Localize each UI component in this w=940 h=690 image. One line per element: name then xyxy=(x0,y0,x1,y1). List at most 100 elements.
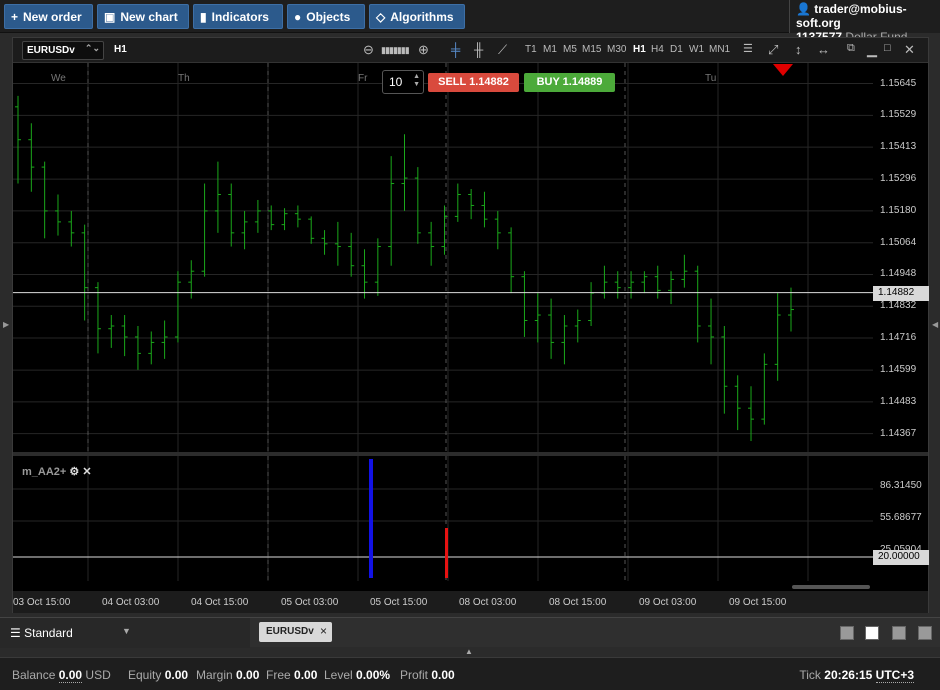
zoom-out-icon[interactable]: ⊖ xyxy=(363,42,374,58)
day-label: Th xyxy=(178,73,190,84)
ohlc-bar xyxy=(428,221,435,266)
account-info[interactable]: 👤 trader@mobius-soft.org 1137577 Dollar … xyxy=(789,0,940,44)
price-axis[interactable]: 1.15645 1.15529 1.15413 1.15296 1.15180 1.150… xyxy=(873,63,929,452)
ohlc-bar xyxy=(574,309,581,343)
ohlc-bar xyxy=(108,315,115,348)
chart-window: EURUSDv ⌃⌄ H1 ⊖ ▮▮▮▮▮▮▮ ⊕ ╪ ╫ ⟋ T1 M1 M5 … xyxy=(12,37,929,613)
indicators-button[interactable]: ▮ Indicators xyxy=(193,4,283,29)
vertical-line-tool-icon[interactable]: ↕ xyxy=(795,42,802,57)
indicator-pane[interactable] xyxy=(13,456,873,581)
free-field: Free 0.00 xyxy=(266,668,318,682)
main-toolbar: + New order ▣ New chart ▮ Indicators ● Objec… xyxy=(0,0,940,44)
ohlc-bar xyxy=(28,123,35,192)
ohlc-bar xyxy=(734,375,741,431)
day-label: Tu xyxy=(705,73,716,84)
expand-panel-icon[interactable]: ▲ xyxy=(465,647,473,656)
chevron-down-icon: ▼ xyxy=(122,626,131,636)
y-tick-label: 1.14716 xyxy=(880,332,917,344)
ind-y-tick: 55.68677 xyxy=(880,512,922,523)
close-icon[interactable]: × xyxy=(320,624,327,638)
y-tick-label: 1.14483 xyxy=(880,395,917,407)
tf-w1[interactable]: W1 xyxy=(689,44,704,55)
tf-d1[interactable]: D1 xyxy=(670,44,683,55)
ohlc-bar xyxy=(521,271,528,337)
tf-t1[interactable]: T1 xyxy=(525,44,537,55)
ohlc-bar xyxy=(334,221,341,266)
right-panel-toggle-icon[interactable]: ◀ xyxy=(932,320,938,329)
tf-m1[interactable]: M1 xyxy=(543,44,557,55)
y-tick-label: 1.15064 xyxy=(880,236,917,248)
new-order-button[interactable]: + New order xyxy=(4,4,93,29)
price-chart-svg: We Th Fr Tu xyxy=(13,63,873,452)
objects-icon: ● xyxy=(294,9,302,24)
chart-toolbar: EURUSDv ⌃⌄ H1 ⊖ ▮▮▮▮▮▮▮ ⊕ ╪ ╫ ⟋ T1 M1 M5 … xyxy=(13,38,928,63)
spinner-icon[interactable]: ▲ ▼ xyxy=(413,73,420,89)
minimize-icon[interactable]: ▁ xyxy=(867,42,877,58)
ohlc-bar xyxy=(508,227,515,294)
ohlc-bar xyxy=(268,205,275,231)
left-panel-toggle-icon[interactable]: ▶ xyxy=(3,320,9,329)
gear-icon[interactable]: ⚙ xyxy=(69,466,79,478)
ohlc-bar xyxy=(254,199,261,233)
zoom-in-icon[interactable]: ⊕ xyxy=(418,42,429,58)
tf-mn1[interactable]: MN1 xyxy=(709,44,730,55)
tf-m15[interactable]: M15 xyxy=(582,44,601,55)
profit-field: Profit 0.00 xyxy=(400,668,455,682)
ohlc-bar xyxy=(241,210,248,250)
ohlc-bar xyxy=(401,134,408,211)
y-tick-label: 1.14599 xyxy=(880,364,917,376)
ohlc-bar xyxy=(68,210,75,247)
symbol-tab[interactable]: EURUSDv × xyxy=(259,622,332,642)
bar-chart-type-icon[interactable]: ╪ xyxy=(451,42,460,57)
candle-chart-type-icon[interactable]: ╫ xyxy=(474,42,483,57)
layout-select[interactable]: ☰ Standard ▼ xyxy=(0,618,250,648)
ohlc-bar xyxy=(348,232,355,277)
chart-scrollbar[interactable] xyxy=(792,585,870,589)
layout-columns-icon[interactable] xyxy=(892,626,906,640)
level-field: Level 0.00% xyxy=(324,668,391,682)
x-tick-label: 08 Oct 15:00 xyxy=(549,597,607,608)
x-tick-label: 04 Oct 03:00 xyxy=(102,597,160,608)
ohlc-bar xyxy=(201,183,208,277)
buy-button[interactable]: BUY 1.14889 xyxy=(524,73,615,92)
ohlc-bar xyxy=(441,205,448,255)
close-icon[interactable]: ✕ xyxy=(82,466,91,478)
timezone-select[interactable]: UTC+3 xyxy=(875,668,914,683)
close-icon[interactable]: ✕ xyxy=(904,42,915,58)
objects-button[interactable]: ● Objects xyxy=(287,4,365,29)
new-chart-button[interactable]: ▣ New chart xyxy=(97,4,189,29)
x-tick-label: 08 Oct 03:00 xyxy=(459,597,517,608)
tf-m5[interactable]: M5 xyxy=(563,44,577,55)
ohlc-bar xyxy=(361,249,368,299)
ohlc-bar xyxy=(548,298,555,359)
day-label: Fr xyxy=(358,73,368,84)
ohlc-bar xyxy=(481,191,488,228)
account-user: trader@mobius-soft.org xyxy=(796,2,907,30)
ohlc-bar xyxy=(214,161,221,233)
trendline-tool-icon[interactable]: ⤢ xyxy=(768,42,778,58)
line-chart-type-icon[interactable]: ⟋ xyxy=(498,42,507,58)
bottom-tab-bar: ☰ Standard ▼ EURUSDv × xyxy=(0,617,940,648)
ohlc-bar xyxy=(494,210,501,250)
sell-button[interactable]: SELL 1.14882 xyxy=(428,73,519,92)
maximize-icon[interactable]: □ xyxy=(884,42,891,54)
indicator-level-label: 20.00000 xyxy=(873,550,929,565)
horizontal-line-tool-icon[interactable]: ↔ xyxy=(817,42,830,57)
chevron-updown-icon: ⌃⌄ xyxy=(84,43,100,53)
volume-input[interactable]: 10 ▲ ▼ xyxy=(382,70,424,94)
time-axis[interactable]: 03 Oct 15:00 04 Oct 03:00 04 Oct 15:00 05 O… xyxy=(13,591,928,613)
detach-icon[interactable]: ⧉ xyxy=(847,42,855,55)
tf-h4[interactable]: H4 xyxy=(651,44,664,55)
price-chart[interactable]: We Th Fr Tu xyxy=(13,63,873,452)
ohlc-bar xyxy=(628,271,635,299)
layout-single-icon[interactable] xyxy=(840,626,854,640)
zoom-slider[interactable]: ▮▮▮▮▮▮▮ xyxy=(381,45,410,56)
layout-grid-icon[interactable] xyxy=(865,626,879,640)
ohlc-bar xyxy=(654,265,661,299)
layout-rows-icon[interactable] xyxy=(918,626,932,640)
tf-m30[interactable]: M30 xyxy=(607,44,626,55)
chart-settings-icon[interactable]: ☰ xyxy=(743,42,753,55)
symbol-select[interactable]: EURUSDv ⌃⌄ xyxy=(22,41,104,60)
algorithms-button[interactable]: ◇ Algorithms xyxy=(369,4,465,29)
tf-h1[interactable]: H1 xyxy=(633,44,646,55)
